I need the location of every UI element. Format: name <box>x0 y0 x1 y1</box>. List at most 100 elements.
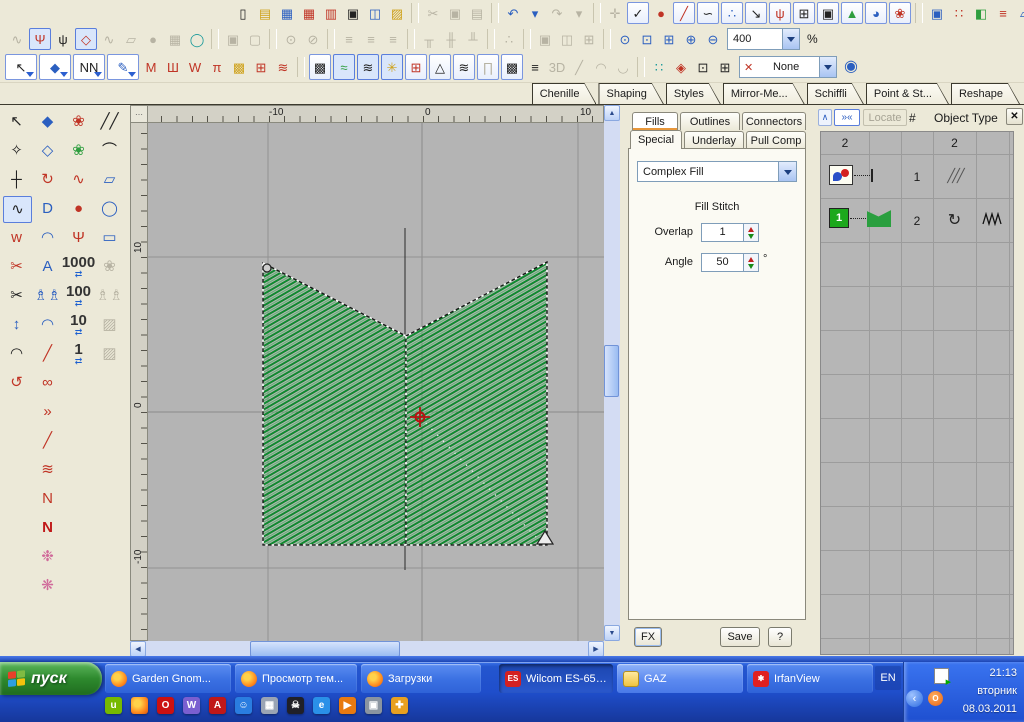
ql-firefox[interactable] <box>131 697 148 714</box>
copy[interactable]: ▣ <box>445 3 465 23</box>
align-center-disabled[interactable]: ≡ <box>361 29 381 49</box>
view-hoop[interactable]: ▣ <box>817 2 839 24</box>
task-garden-gnome[interactable]: Garden Gnom... <box>105 664 231 693</box>
fill-object-thumbnail[interactable] <box>867 209 891 227</box>
show-bitmap[interactable]: ▣ <box>927 3 947 23</box>
select-object[interactable]: ↖ <box>3 109 30 134</box>
e-stitch[interactable]: Ш <box>163 55 183 79</box>
motif-stitch[interactable]: W <box>185 55 205 79</box>
ellipse-tool[interactable]: ◯ <box>96 196 123 221</box>
select-tool[interactable]: ↖ <box>5 54 37 80</box>
tab-outlines[interactable]: Outlines <box>680 112 740 130</box>
lettering-a[interactable]: A <box>34 254 61 279</box>
zoom-out[interactable]: ⊖ <box>703 29 723 49</box>
applique-figures[interactable]: ♗♗ <box>34 283 61 308</box>
circle-disabled[interactable]: ● <box>143 29 163 49</box>
scroll-up-icon[interactable]: ▲ <box>604 105 620 121</box>
zigzag-run[interactable]: ≋ <box>34 457 61 482</box>
ql-opera[interactable]: O <box>157 697 174 714</box>
open-design[interactable]: ▤ <box>255 3 275 23</box>
view-palette[interactable]: ◕ <box>865 2 887 24</box>
pin-tool[interactable]: ψ <box>53 29 73 49</box>
save-design[interactable]: ▦ <box>277 3 297 23</box>
needle-spacing[interactable]: Ψ <box>65 225 92 250</box>
orbit-tool[interactable]: ↺ <box>3 370 30 395</box>
bubble-b-disabled[interactable]: ◡ <box>613 55 633 79</box>
tab-fills[interactable]: Fills <box>632 112 678 130</box>
locate-button[interactable]: Locate <box>863 109 907 126</box>
task-wilcom[interactable]: ESWilcom ES-65 ... <box>499 664 613 693</box>
bubble-a-disabled[interactable]: ◠ <box>591 55 611 79</box>
color-blending[interactable]: ∷ <box>649 55 669 79</box>
polygon-nodes[interactable]: ◇ <box>75 28 97 50</box>
effects-button[interactable]: FX <box>634 627 662 647</box>
lock-disabled[interactable]: ⊙ <box>281 29 301 49</box>
comb-stitch[interactable]: π <box>207 55 227 79</box>
new-design[interactable]: ▯ <box>233 3 253 23</box>
reshape-nodes[interactable]: ◇ <box>34 138 61 163</box>
save-design-as[interactable]: ▦ <box>299 3 319 23</box>
view-outlines[interactable]: ∽ <box>697 2 719 24</box>
scissors-tool[interactable]: ✂ <box>3 283 30 308</box>
run-stitch-2[interactable]: ╱ <box>34 428 61 453</box>
travel-100[interactable]: 100 <box>65 283 92 308</box>
textured-edge[interactable]: ≈ <box>333 54 355 80</box>
view-grid[interactable]: ⊞ <box>793 2 815 24</box>
unlock-disabled[interactable]: ⊘ <box>303 29 323 49</box>
thread-colors[interactable]: ∷ <box>949 3 969 23</box>
travel-10[interactable]: 10 <box>65 312 92 337</box>
zoom-factor-combo[interactable]: 400 <box>727 28 800 50</box>
ruler-origin-button[interactable]: ⋯ <box>130 105 148 123</box>
object-list[interactable]: 2 2 1 ╱╱╱ 1 2 ↻ <box>820 131 1014 655</box>
language-indicator[interactable]: EN <box>875 666 901 690</box>
collapse-button[interactable]: ∧ <box>818 109 832 126</box>
save-button[interactable]: Save <box>720 627 760 647</box>
stitch-list[interactable]: ≡ <box>993 3 1013 23</box>
letter-width[interactable]: w <box>3 225 30 250</box>
fill-type-combo[interactable]: Complex Fill <box>637 161 797 182</box>
redo[interactable]: ↷ <box>547 3 567 23</box>
ql-calculator[interactable]: ▦ <box>261 697 278 714</box>
thread-color-chip[interactable]: 1 <box>829 208 849 228</box>
blackwork-run[interactable]: N <box>34 486 61 511</box>
rotate-object-icon[interactable]: ↻ <box>933 210 976 230</box>
stitch-ring[interactable]: ◯ <box>187 29 207 49</box>
chevron-down-icon[interactable] <box>782 29 799 49</box>
export-to-machine[interactable]: ▨ <box>387 3 407 23</box>
needle-elevator[interactable]: ↕ <box>3 312 30 337</box>
ql-media-player[interactable]: ▶ <box>339 697 356 714</box>
tab-chenille[interactable]: Chenille <box>532 83 597 104</box>
zigzag-disabled[interactable]: ∿ <box>99 29 119 49</box>
travel-1[interactable]: 1 <box>65 341 92 366</box>
flowers-disabled[interactable]: ❀ <box>96 254 123 279</box>
color-object-list[interactable]: ◧ <box>971 3 991 23</box>
task-prosmotr-tem[interactable]: Просмотр тем... <box>235 664 357 693</box>
align-right-disabled[interactable]: ≡ <box>383 29 403 49</box>
angle-spinner[interactable] <box>743 254 758 271</box>
zoom-box[interactable]: ⊞ <box>659 29 679 49</box>
radial-fill[interactable]: ❋ <box>34 573 61 598</box>
tab-shaping[interactable]: Shaping <box>598 83 663 104</box>
align-left-disabled[interactable]: ≡ <box>339 29 359 49</box>
program-split[interactable]: ⊞ <box>251 55 271 79</box>
tatami-fill[interactable]: ▩ <box>229 55 249 79</box>
figures-disabled[interactable]: ♗♗ <box>96 283 123 308</box>
offset-disabled[interactable]: ▱ <box>121 29 141 49</box>
shrink-button[interactable]: »« <box>834 109 860 126</box>
fan-tool[interactable]: ◠ <box>3 341 30 366</box>
vector-object-icon[interactable]: ╱╱╱ <box>933 168 976 184</box>
ql-utorrent[interactable]: u <box>105 697 122 714</box>
overlap-spinner[interactable] <box>743 224 758 241</box>
horizontal-scroll-thumb[interactable] <box>250 641 400 657</box>
help-button[interactable]: ? <box>768 627 792 647</box>
magic-wand[interactable]: ✛ <box>605 3 625 23</box>
fill-holes[interactable]: ⊞ <box>715 55 735 79</box>
zoom-object[interactable]: ⊡ <box>637 29 657 49</box>
bridge-tool[interactable]: ◠ <box>34 225 61 250</box>
sequence-split-disabled[interactable]: ◫ <box>557 29 577 49</box>
stem-stitch[interactable]: N <box>34 515 61 540</box>
design-options[interactable]: ✓ <box>627 2 649 24</box>
tab-underlay[interactable]: Underlay <box>684 131 744 149</box>
liquid-effect[interactable]: ≋ <box>453 54 475 80</box>
rectangle-tool[interactable]: ▭ <box>96 225 123 250</box>
